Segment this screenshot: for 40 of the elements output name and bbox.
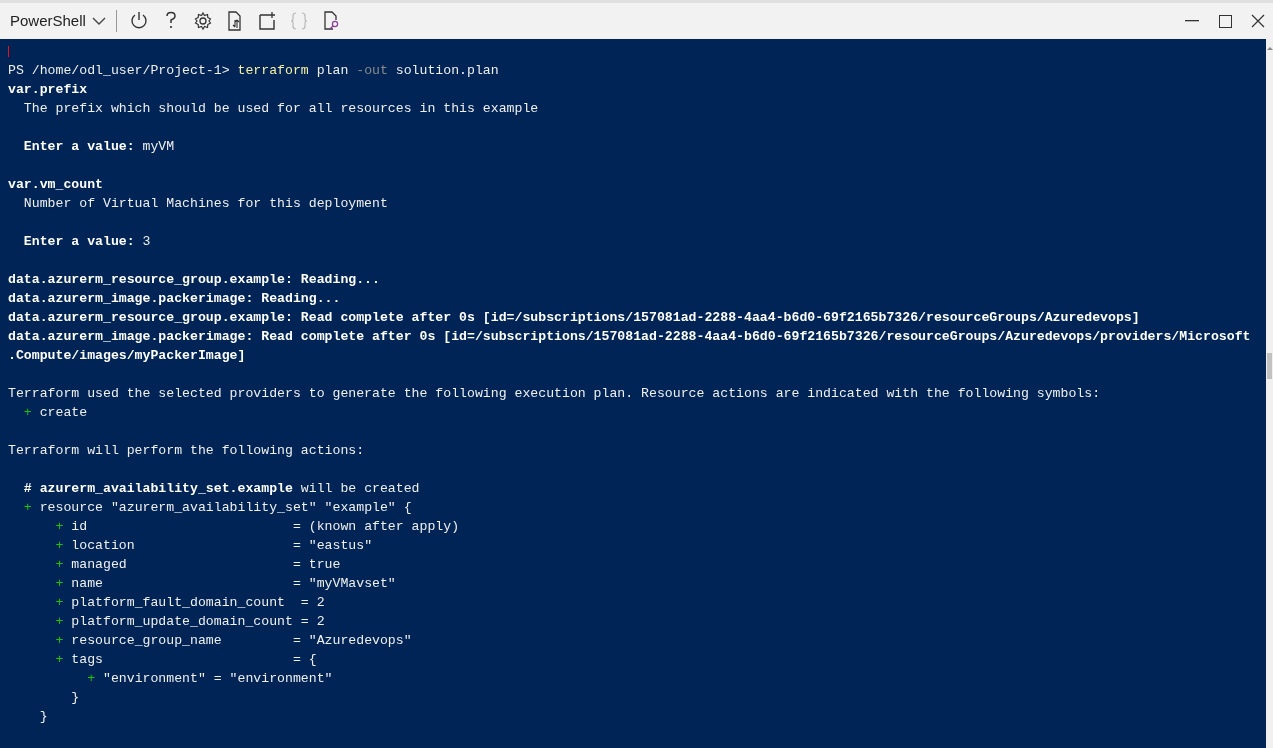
terminal-line: .Compute/images/myPackerImage] bbox=[8, 347, 246, 365]
terminal-line: } bbox=[38, 708, 48, 726]
terminal-line: Enter a value: myVM bbox=[22, 138, 175, 156]
scroll-up-arrow[interactable] bbox=[1267, 47, 1273, 50]
terminal-line: Enter a value: 3 bbox=[22, 233, 151, 251]
minimize-icon bbox=[1185, 20, 1199, 22]
terminal-line: Terraform used the selected providers to generate the following execution plan. Resource actions are indicated with the following symbols: bbox=[8, 385, 1101, 403]
terminal-line: data.azurerm_image.packerimage: Reading... bbox=[8, 290, 341, 308]
shell-selector[interactable]: PowerShell bbox=[10, 9, 106, 33]
terminal-line: } bbox=[70, 689, 80, 707]
terminal-line: var.prefix bbox=[8, 81, 88, 99]
terminal-line: + managed = true bbox=[54, 556, 341, 574]
terminal-line: + create bbox=[22, 404, 88, 422]
terminal-line: The prefix which should be used for all resources in this example bbox=[22, 100, 539, 118]
terminal-line: # azurerm_availability_set.example will be created bbox=[22, 480, 420, 498]
terminal-line: + location = "eastus" bbox=[54, 537, 373, 555]
terminal-line: data.azurerm_resource_group.example: Reading... bbox=[8, 271, 380, 289]
terminal-line: + resource "azurerm_availability_set" "example" { bbox=[22, 499, 412, 517]
settings-icon bbox=[192, 11, 213, 31]
terminal-line: Number of Virtual Machines for this deployment bbox=[22, 195, 388, 213]
terminal-line: + name = "myVMavset" bbox=[54, 575, 396, 593]
terminal-line: + resource_group_name = "Azuredevops" bbox=[54, 632, 412, 650]
terminal-line: data.azurerm_image.packerimage: Read complete after 0s [id=/subscriptions/157081ad-2288-4aa4-b6d0-69f2165b7326/resourceGroups/Azuredevops/providers/Microsoft bbox=[8, 328, 1251, 346]
terminal-line: + id = (known after apply) bbox=[54, 518, 460, 536]
terminal-line: + tags = { bbox=[54, 651, 317, 669]
terminal-line: Terraform will perform the following actions: bbox=[8, 442, 365, 460]
maximize-icon bbox=[1218, 14, 1232, 28]
close-icon bbox=[1251, 14, 1265, 28]
braces-icon bbox=[288, 11, 309, 31]
terminal-line: PS /home/odl_user/Project-1> terraform plan -out solution.plan bbox=[8, 62, 499, 80]
terminal-line: + "environment" = "environment" bbox=[86, 670, 333, 688]
terminal-line: + platform_fault_domain_count = 2 bbox=[54, 594, 325, 612]
terminal-line: + platform_update_domain_count = 2 bbox=[54, 613, 325, 631]
power-icon bbox=[128, 11, 149, 31]
terminal-line: var.vm_count bbox=[8, 176, 103, 194]
terminal-line: data.azurerm_resource_group.example: Read complete after 0s [id=/subscriptions/157081ad-2288-4aa4-b6d0-69f2165b7326/resourceGroups/Azuredevops] bbox=[8, 309, 1140, 327]
scrollbar-thumb[interactable] bbox=[1267, 353, 1272, 379]
new-window-icon bbox=[256, 11, 277, 31]
chevron-down-icon bbox=[91, 17, 106, 25]
scrollbar[interactable] bbox=[1266, 39, 1273, 748]
